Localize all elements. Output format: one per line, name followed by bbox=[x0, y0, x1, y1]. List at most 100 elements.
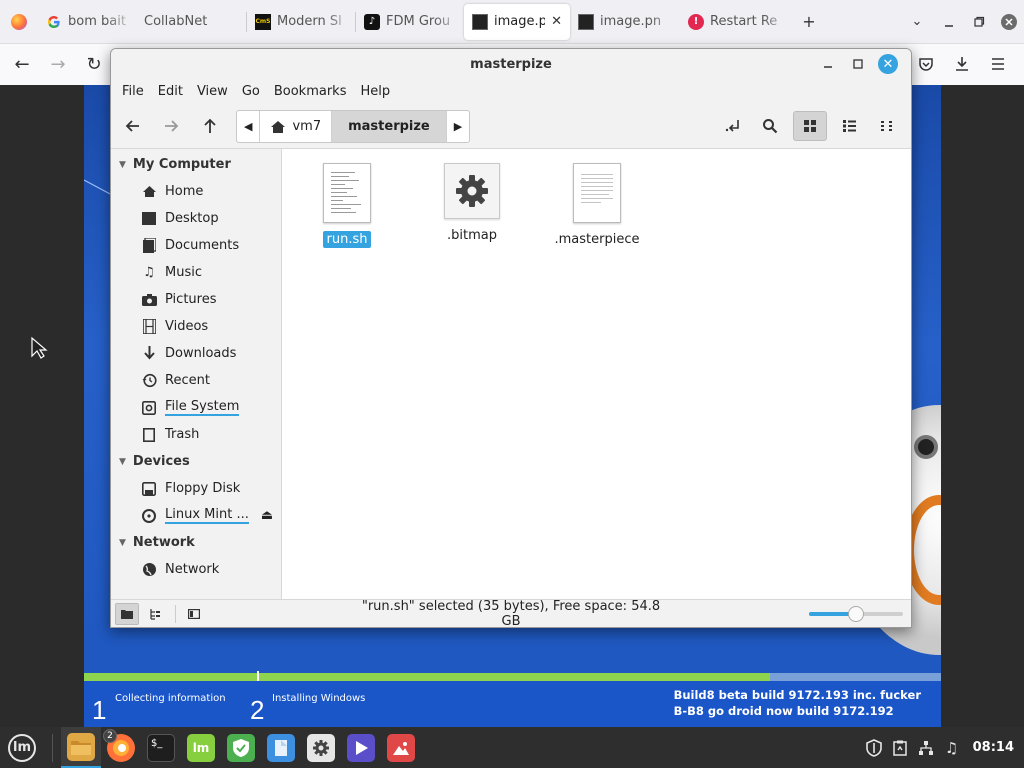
taskbar-app-mint-update[interactable]: lm bbox=[181, 727, 221, 768]
sidebar-item-network[interactable]: Network bbox=[111, 556, 281, 583]
minimize-browser-button[interactable] bbox=[934, 6, 964, 38]
browser-tab[interactable]: CmS Modern Sl bbox=[247, 3, 355, 40]
browser-tab[interactable]: image.pn bbox=[570, 3, 680, 40]
file-item-masterpiece[interactable]: .masterpiece bbox=[547, 163, 647, 248]
show-places-button[interactable] bbox=[115, 602, 139, 625]
browser-tab[interactable]: bom bait bbox=[38, 3, 136, 40]
toolbar: ◀ vm7 masterpize ▶ bbox=[111, 103, 911, 149]
minimize-window-button[interactable] bbox=[813, 53, 843, 75]
sidebar-item-linux-mint[interactable]: Linux Mint ... ⏏ bbox=[111, 502, 281, 529]
compact-view-button[interactable] bbox=[870, 111, 904, 141]
zoom-slider[interactable] bbox=[809, 606, 903, 622]
breadcrumb-left-arrow[interactable]: ◀ bbox=[237, 111, 261, 142]
sidebar-section-devices[interactable]: ▼ Devices bbox=[111, 448, 281, 475]
image-icon bbox=[472, 13, 488, 30]
disk-icon bbox=[141, 400, 157, 416]
sidebar-item-downloads[interactable]: Downloads bbox=[111, 340, 281, 367]
taskbar-app-settings[interactable] bbox=[301, 727, 341, 768]
list-view-button[interactable] bbox=[832, 111, 866, 141]
browser-tab[interactable]: ♪ FDM Grou bbox=[356, 3, 464, 40]
show-tree-button[interactable] bbox=[143, 603, 167, 625]
shield-tray-icon[interactable] bbox=[861, 727, 887, 768]
clipboard-icon[interactable] bbox=[887, 727, 913, 768]
taskbar-app-files-doc[interactable] bbox=[261, 727, 301, 768]
firefox-menu-icon[interactable] bbox=[0, 0, 38, 44]
restore-icon bbox=[974, 16, 985, 27]
sound-icon[interactable]: ♫ bbox=[939, 727, 965, 768]
clock[interactable]: 08:14 bbox=[973, 740, 1014, 755]
breadcrumb-home[interactable]: vm7 bbox=[260, 111, 333, 142]
back-button[interactable] bbox=[116, 111, 150, 141]
browser-tab[interactable]: ! Restart Re bbox=[680, 3, 792, 40]
breadcrumb-right-arrow[interactable]: ▶ bbox=[447, 111, 469, 142]
maximize-window-button[interactable] bbox=[843, 53, 873, 75]
pocket-icon[interactable] bbox=[908, 46, 944, 82]
restore-browser-button[interactable] bbox=[964, 6, 994, 38]
browser-tab[interactable]: CollabNet bbox=[136, 4, 246, 40]
sidebar-item-floppy-disk[interactable]: Floppy Disk bbox=[111, 475, 281, 502]
reload-icon[interactable]: ↻ bbox=[76, 47, 112, 83]
toggle-sidebar-button[interactable] bbox=[182, 603, 206, 625]
forward-arrow-icon[interactable]: → bbox=[40, 47, 76, 83]
sidebar-item-music[interactable]: ♫ Music bbox=[111, 259, 281, 286]
window-titlebar[interactable]: masterpize ✕ bbox=[111, 49, 911, 79]
play-icon bbox=[347, 733, 375, 762]
file-view[interactable]: run.sh .bitmap .masterpiece bbox=[282, 149, 911, 599]
hamburger-menu-icon[interactable] bbox=[980, 46, 1016, 82]
taskbar-app-image-viewer[interactable] bbox=[381, 727, 421, 768]
taskbar-app-files[interactable] bbox=[61, 727, 101, 768]
close-tab-icon[interactable]: ✕ bbox=[551, 14, 562, 29]
icon-view-button[interactable] bbox=[793, 111, 827, 141]
network-icon[interactable] bbox=[913, 727, 939, 768]
menu-bookmarks[interactable]: Bookmarks bbox=[267, 84, 354, 99]
taskbar-app-firefox[interactable]: 2 bbox=[101, 727, 141, 768]
menu-go[interactable]: Go bbox=[235, 84, 267, 99]
sidebar-item-desktop[interactable]: Desktop bbox=[111, 205, 281, 232]
maximize-icon bbox=[853, 59, 863, 69]
file-item-run-sh[interactable]: run.sh bbox=[297, 163, 397, 248]
back-arrow-icon[interactable]: ← bbox=[4, 47, 40, 83]
taskbar-app-shield[interactable] bbox=[221, 727, 261, 768]
folder-icon bbox=[67, 732, 95, 761]
sidebar-section-my-computer[interactable]: ▼ My Computer bbox=[111, 151, 281, 178]
eject-icon[interactable]: ⏏ bbox=[261, 508, 273, 523]
zoom-slider-handle[interactable] bbox=[848, 606, 864, 622]
sidebar-item-documents[interactable]: Documents bbox=[111, 232, 281, 259]
desktop-icon bbox=[141, 211, 157, 227]
mint-menu-button[interactable]: lm bbox=[0, 727, 44, 768]
menu-view[interactable]: View bbox=[190, 84, 235, 99]
expand-triangle-icon: ▼ bbox=[119, 456, 126, 467]
close-browser-button[interactable] bbox=[994, 6, 1024, 38]
up-button[interactable] bbox=[193, 111, 227, 141]
toggle-location-button[interactable] bbox=[716, 111, 750, 141]
sidebar-section-network[interactable]: ▼ Network bbox=[111, 529, 281, 556]
taskbar-app-media-player[interactable] bbox=[341, 727, 381, 768]
sidebar-item-recent[interactable]: Recent bbox=[111, 367, 281, 394]
search-icon bbox=[763, 119, 778, 134]
list-tabs-icon[interactable]: ⌄ bbox=[900, 6, 934, 38]
settings-gear-icon bbox=[307, 733, 335, 762]
sidebar-item-trash[interactable]: Trash bbox=[111, 421, 281, 448]
sidebar-item-file-system[interactable]: File System bbox=[111, 394, 281, 421]
file-item-bitmap[interactable]: .bitmap bbox=[422, 163, 522, 244]
download-icon bbox=[141, 346, 157, 362]
menu-file[interactable]: File bbox=[115, 84, 151, 99]
downloads-icon[interactable] bbox=[944, 46, 980, 82]
browser-tab-active[interactable]: image.p ✕ bbox=[464, 3, 570, 40]
close-window-button[interactable]: ✕ bbox=[873, 53, 903, 75]
sidebar-item-home[interactable]: Home bbox=[111, 178, 281, 205]
sidebar-item-label: Linux Mint ... bbox=[165, 507, 249, 524]
menu-edit[interactable]: Edit bbox=[151, 84, 190, 99]
terminal-icon: $_ bbox=[147, 733, 175, 762]
forward-button[interactable] bbox=[154, 111, 188, 141]
menu-help[interactable]: Help bbox=[353, 84, 397, 99]
breadcrumb-current[interactable]: masterpize bbox=[332, 111, 447, 142]
sidebar-item-pictures[interactable]: Pictures bbox=[111, 286, 281, 313]
mouse-cursor-icon bbox=[31, 336, 48, 359]
new-tab-icon[interactable]: + bbox=[792, 6, 826, 38]
location-entry-icon bbox=[725, 120, 739, 132]
sidebar-item-videos[interactable]: Videos bbox=[111, 313, 281, 340]
taskbar-app-terminal[interactable]: $_ bbox=[141, 727, 181, 768]
search-button[interactable] bbox=[753, 111, 787, 141]
sidebar-item-label: Home bbox=[165, 184, 204, 199]
